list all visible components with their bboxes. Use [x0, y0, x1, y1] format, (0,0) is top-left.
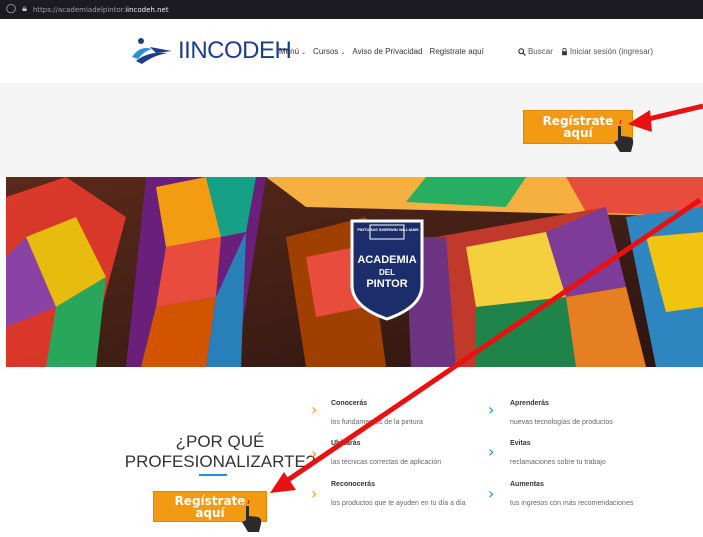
lock-icon: [561, 47, 567, 55]
logo-text: IINCODEH: [178, 37, 292, 64]
nav-menu[interactable]: Menú ⌄: [279, 47, 306, 56]
search-link[interactable]: Buscar: [518, 47, 553, 56]
main-nav: Menú ⌄ Cursos ⌄ Aviso de Privacidad Regist…: [279, 47, 484, 56]
badge-title2: DEL: [379, 268, 395, 277]
why-heading: ¿POR QUÉ PROFESIONALIZARTE?: [124, 432, 316, 471]
nav-aviso-privacidad[interactable]: Aviso de Privacidad: [352, 47, 422, 56]
header-actions: Buscar Iniciar sesión (ingresar): [518, 47, 653, 56]
shield-icon: ◯: [6, 4, 17, 14]
url-text[interactable]: https://academiadelpintor.iincodeh.net: [33, 6, 169, 14]
logo-icon: [132, 38, 172, 64]
lock-icon: 🔒︎: [22, 4, 27, 14]
site-header: IINCODEH Menú ⌄ Cursos ⌄ Aviso de Privacid…: [0, 19, 703, 83]
chevron-right-icon: ›: [311, 444, 318, 463]
chevron-right-icon: ›: [311, 400, 318, 419]
hero-banner-image: PINTURAS SHERWIN WILLIAMS ACADEMIA DEL P…: [6, 177, 703, 367]
feature-item: Aumentas tus ingresos con más recomendac…: [510, 481, 634, 507]
search-icon: [518, 47, 526, 56]
chevron-down-icon: ⌄: [340, 50, 346, 56]
feature-item: Evitas reclamaciones sobre tu trabajo: [510, 440, 606, 466]
feature-item: Ubicarás las técnicas correctas de aplic…: [331, 440, 442, 466]
academia-badge: PINTURAS SHERWIN WILLIAMS ACADEMIA DEL P…: [350, 219, 424, 321]
badge-title3: PINTOR: [366, 278, 407, 290]
browser-url-bar[interactable]: ◯ 🔒︎ https://academiadelpintor.iincodeh.…: [0, 0, 703, 19]
register-button-top[interactable]: Regístrate aquí: [523, 110, 633, 144]
login-link[interactable]: Iniciar sesión (ingresar): [561, 47, 653, 56]
chevron-right-icon: ›: [488, 442, 495, 461]
register-button-bottom[interactable]: Regístrate aquí: [153, 491, 267, 522]
chevron-right-icon: ›: [488, 400, 495, 419]
divider: [199, 474, 227, 476]
badge-title1: ACADEMIA: [357, 254, 416, 266]
feature-item: Aprenderás nuevas tecnologías de product…: [510, 400, 613, 426]
badge-brand: PINTURAS SHERWIN WILLIAMS: [357, 227, 419, 232]
feature-item: Reconocerás los productos que te ayuden …: [331, 481, 466, 507]
chevron-down-icon: ⌄: [301, 50, 307, 56]
chevron-right-icon: ›: [311, 484, 318, 503]
chevron-right-icon: ›: [488, 484, 495, 503]
page: ◯ 🔒︎ https://academiadelpintor.iincodeh.…: [0, 0, 703, 537]
feature-item: Conocerás los fundamentos de la pintura: [331, 400, 423, 426]
ribbon-right: [436, 207, 703, 367]
site-logo[interactable]: IINCODEH: [128, 37, 292, 65]
nav-registrate[interactable]: Registrate aquí: [430, 47, 484, 56]
nav-cursos[interactable]: Cursos ⌄: [313, 47, 345, 56]
